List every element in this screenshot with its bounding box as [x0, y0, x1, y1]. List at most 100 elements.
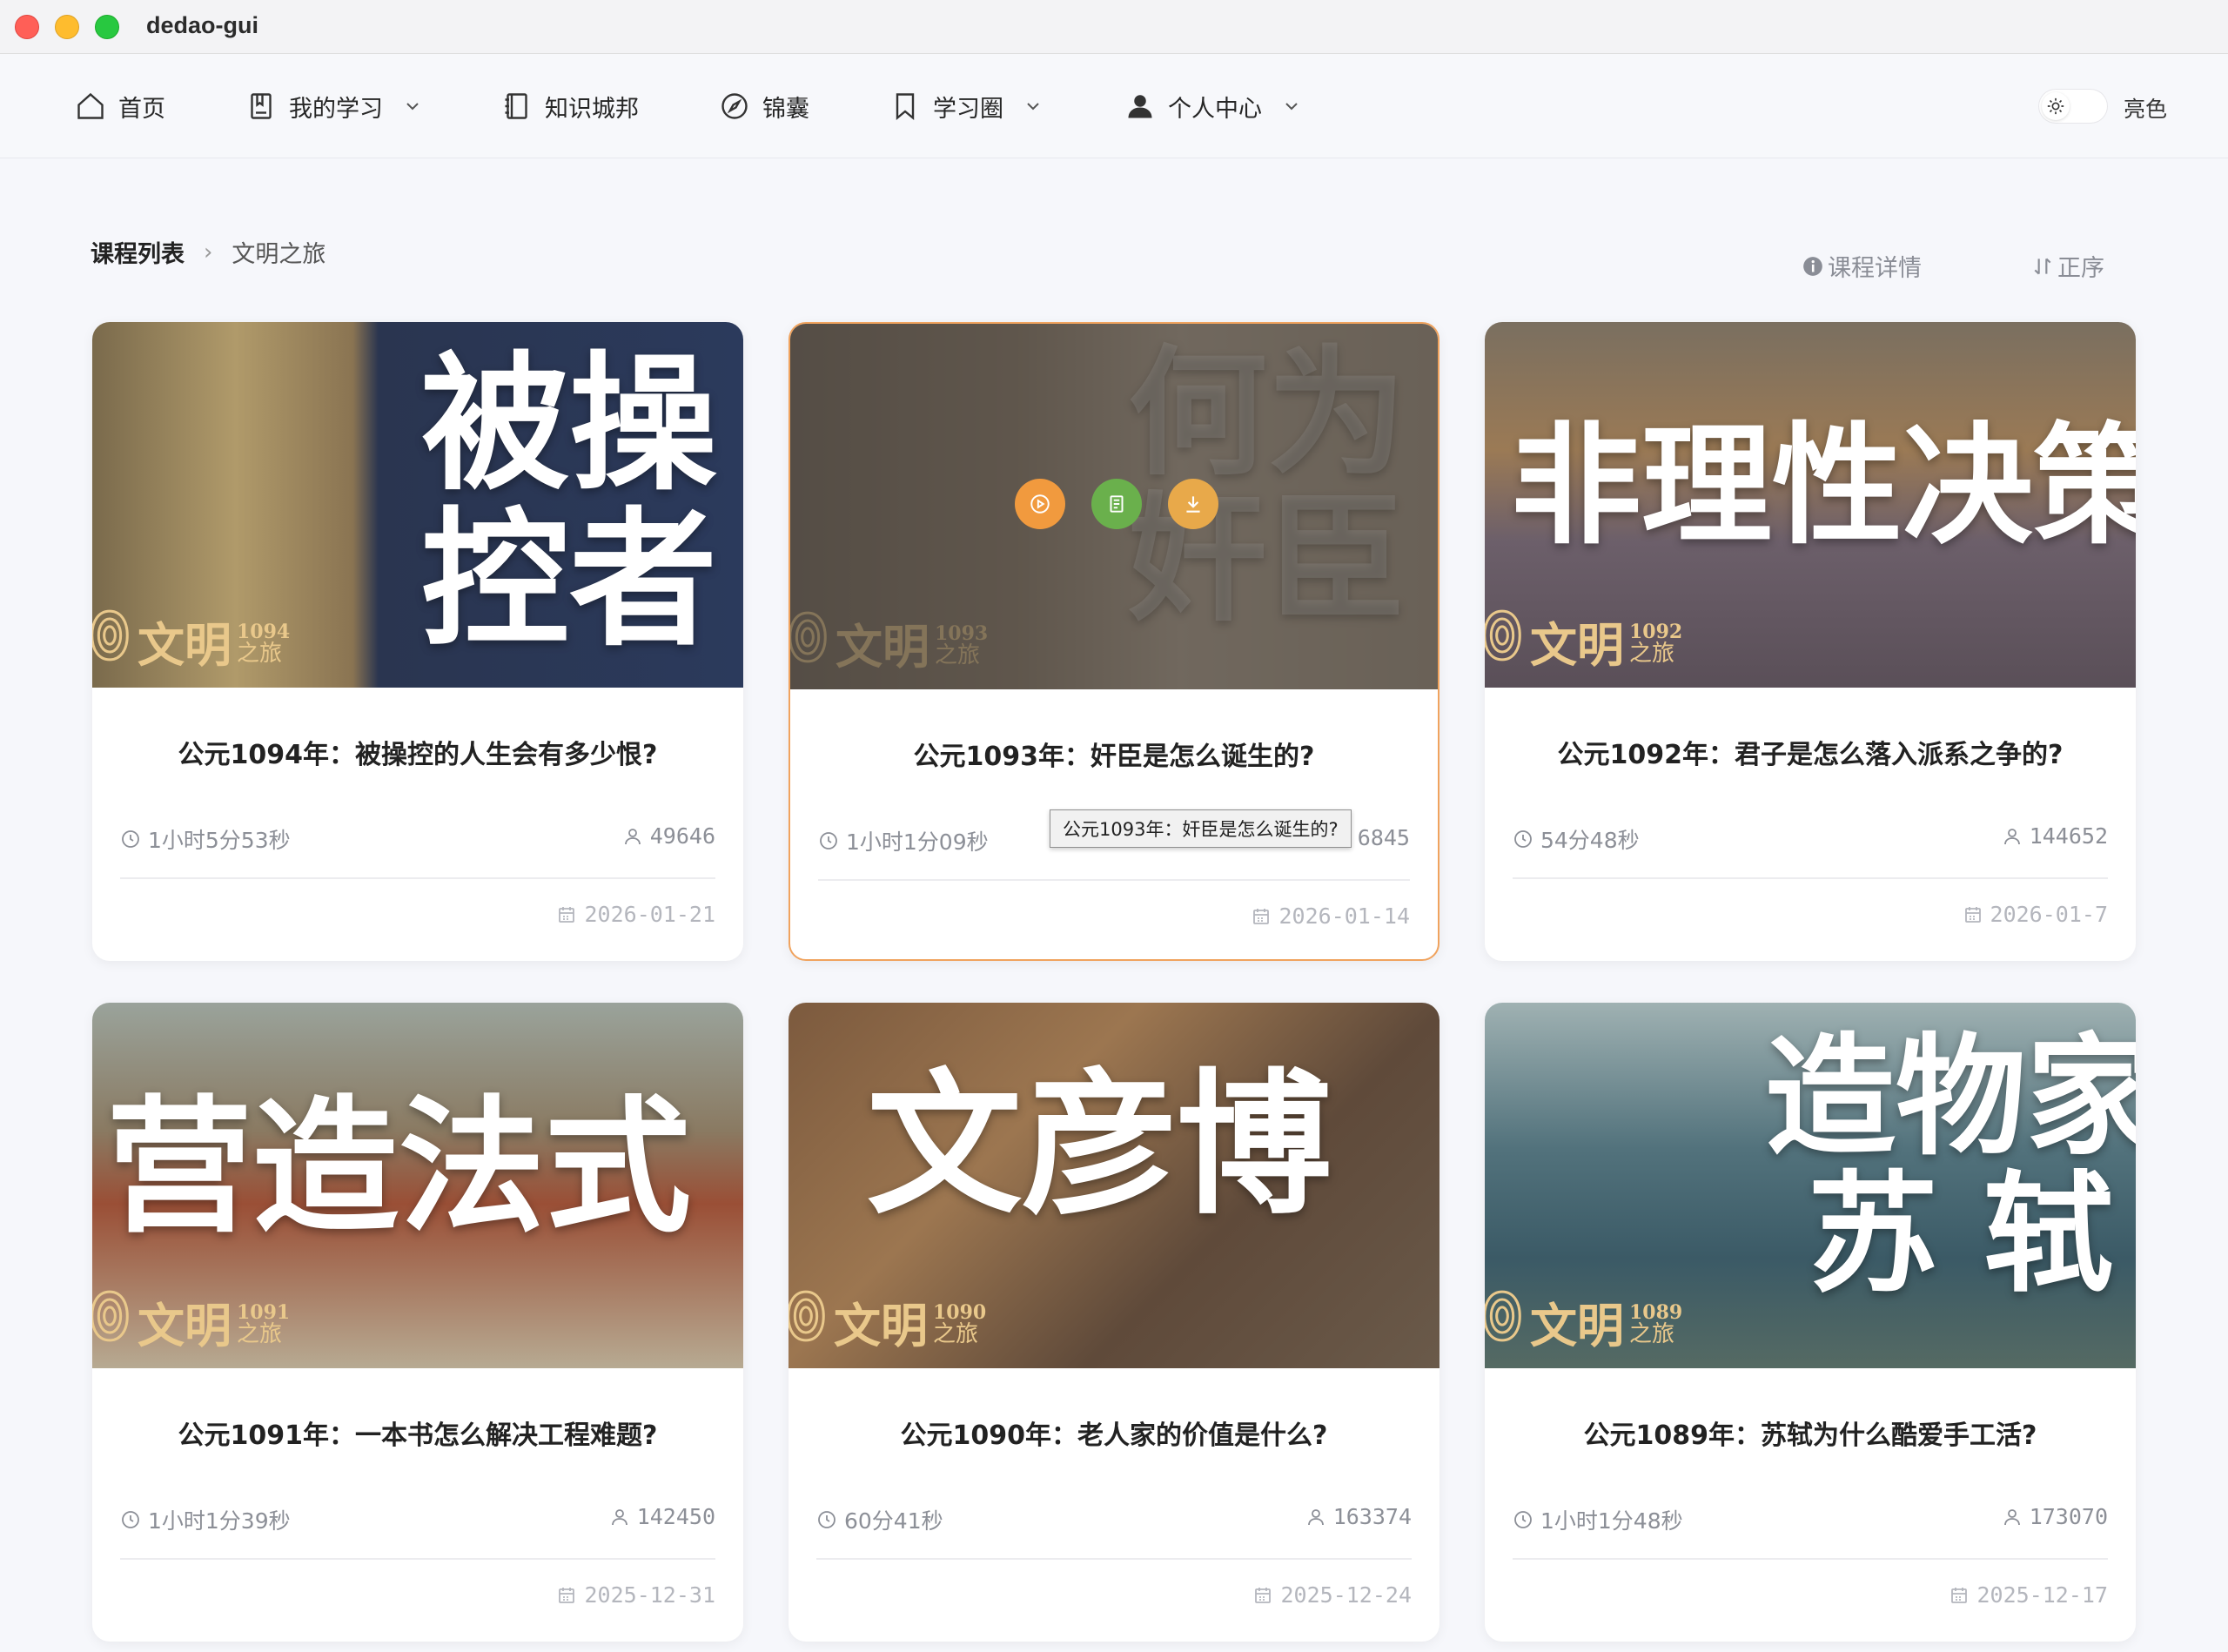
course-duration: 54分48秒	[1513, 823, 1640, 855]
course-card[interactable]: 文彦博 文明 1090 之旅 公元1090年：老人家的价值是什么? 60分41秒…	[789, 1003, 1439, 1642]
course-date: 2025-12-31	[556, 1582, 715, 1608]
breadcrumb: 课程列表 › 文明之旅	[91, 235, 325, 269]
nav-my-learning-label: 我的学习	[289, 95, 383, 123]
course-date: 2025-12-24	[1252, 1582, 1412, 1608]
brand-word: 文明	[138, 1298, 232, 1353]
brand-side: 1091 之旅	[237, 1303, 290, 1347]
clock-icon	[820, 832, 837, 850]
course-title[interactable]: 公元1094年：被操控的人生会有多少恨?	[92, 733, 743, 771]
course-duration-text: 60分41秒	[844, 1508, 943, 1534]
course-title[interactable]: 公元1093年：奸臣是怎么诞生的?	[790, 735, 1438, 773]
user-icon	[1128, 95, 1152, 118]
brand-swirl-icon	[1485, 609, 1521, 661]
course-plays-text: 49646	[649, 823, 715, 849]
course-card[interactable]: 造物家 苏 轼 文明 1089 之旅 公元1089年：苏轼为什么酷爱手工活? 1…	[1485, 1003, 2136, 1642]
top-navbar: 首页 我的学习 知识城邦 锦囊 学习圈 个人中心 亮色	[0, 54, 2228, 158]
user-icon	[1307, 1508, 1324, 1525]
course-date-text: 2025-12-31	[584, 1582, 715, 1608]
sort-order-button[interactable]: 正序	[2031, 249, 2104, 283]
course-card[interactable]: 何为 奸臣 文明 1093 之旅	[789, 322, 1439, 961]
course-cover[interactable]: 营造法式 文明 1091 之旅	[92, 1003, 743, 1368]
nav-learning-circle-label: 学习圈	[933, 95, 1003, 123]
course-card[interactable]: 非理性决策 文明 1092 之旅 公元1092年：君子是怎么落入派系之争的? 5…	[1485, 322, 2136, 961]
course-date: 2025-12-17	[1949, 1582, 2108, 1608]
course-date-text: 2026-01-21	[584, 902, 715, 927]
card-divider	[818, 879, 1410, 881]
maximize-window-button[interactable]	[95, 15, 119, 39]
brand-side: 1094 之旅	[237, 622, 290, 667]
brand-word: 文明	[834, 1298, 928, 1353]
theme-toggle-knob	[2042, 92, 2070, 120]
brand-side: 1090 之旅	[933, 1303, 986, 1347]
breadcrumb-root[interactable]: 课程列表	[91, 235, 185, 269]
brand-side: 1092 之旅	[1629, 622, 1682, 667]
brand-swirl-icon	[92, 609, 129, 661]
course-cover[interactable]: 造物家 苏 轼 文明 1089 之旅	[1485, 1003, 2136, 1368]
course-cover[interactable]: 文彦博 文明 1090 之旅	[789, 1003, 1439, 1368]
brand-zhi: 之旅	[237, 641, 283, 668]
brand-logo: 文明 1090 之旅	[789, 1283, 986, 1349]
download-button[interactable]	[1168, 479, 1218, 529]
nav-personal-center[interactable]: 个人中心	[1124, 85, 1302, 127]
course-cover[interactable]: 被操 控者 文明 1094 之旅	[92, 322, 743, 688]
course-cover[interactable]: 何为 奸臣 文明 1093 之旅	[790, 324, 1438, 689]
course-plays: 173070	[2002, 1504, 2108, 1529]
clock-icon	[122, 830, 139, 848]
nav-jinnang[interactable]: 锦囊	[719, 85, 809, 127]
brand-year: 1094	[237, 621, 291, 644]
course-title[interactable]: 公元1092年：君子是怎么落入派系之争的?	[1485, 733, 2136, 771]
brand-logo: 文明 1094 之旅	[92, 602, 290, 668]
brand-zhi: 之旅	[237, 1321, 283, 1348]
brand-word: 文明	[1530, 617, 1624, 673]
course-card[interactable]: 营造法式 文明 1091 之旅 公元1091年：一本书怎么解决工程难题? 1小时…	[92, 1003, 743, 1642]
user-icon	[2003, 1508, 2020, 1525]
course-title[interactable]: 公元1091年：一本书怎么解决工程难题?	[92, 1414, 743, 1452]
course-date-text: 2025-12-17	[1976, 1582, 2108, 1608]
course-detail-button[interactable]: 课程详情	[1802, 249, 1922, 283]
course-card[interactable]: 被操 控者 文明 1094 之旅 公元1094年：被操控的人生会有多少恨? 1小…	[92, 322, 743, 961]
download-icon	[1186, 496, 1200, 513]
nav-my-learning[interactable]: 我的学习	[245, 85, 423, 127]
minimize-window-button[interactable]	[55, 15, 79, 39]
course-duration: 60分41秒	[816, 1504, 943, 1535]
course-title[interactable]: 公元1090年：老人家的价值是什么?	[789, 1414, 1439, 1452]
play-button[interactable]	[1015, 479, 1065, 529]
nav-home[interactable]: 首页	[75, 85, 165, 127]
clock-icon	[1514, 1511, 1532, 1528]
course-duration: 1小时1分39秒	[120, 1504, 291, 1535]
user-icon	[2003, 828, 2020, 844]
window-title: dedao-gui	[146, 12, 258, 38]
course-title[interactable]: 公元1089年：苏轼为什么酷爱手工活?	[1485, 1414, 2136, 1452]
course-cover[interactable]: 非理性决策 文明 1092 之旅	[1485, 322, 2136, 688]
card-divider	[1513, 877, 2108, 879]
calendar-icon	[1951, 1587, 1968, 1603]
brand-year: 1092	[1629, 621, 1683, 644]
course-plays: 163374	[1305, 1504, 1412, 1529]
title-tooltip: 公元1093年：奸臣是怎么诞生的?	[1050, 809, 1352, 848]
hover-overlay	[790, 324, 1438, 689]
course-duration-text: 54分48秒	[1540, 828, 1640, 853]
brand-word: 文明	[1530, 1298, 1624, 1353]
brand-swirl-icon	[1485, 1290, 1521, 1342]
course-date-text: 2026-01-14	[1278, 903, 1410, 929]
brand-year: 1090	[933, 1301, 987, 1325]
notebook-icon	[251, 93, 272, 119]
cover-title-text: 非理性决策	[1511, 409, 2136, 562]
brand-logo: 文明 1089 之旅	[1485, 1283, 1682, 1349]
course-duration: 1小时1分09秒	[818, 825, 989, 856]
article-button[interactable]	[1091, 479, 1142, 529]
course-date: 2026-01-14	[1251, 903, 1410, 929]
chevron-down-icon	[1027, 103, 1039, 111]
play-icon	[1030, 494, 1050, 514]
theme-label: 亮色	[2124, 97, 2168, 122]
theme-toggle[interactable]	[2038, 89, 2108, 124]
document-icon	[1110, 495, 1124, 513]
brand-logo: 文明 1091 之旅	[92, 1283, 290, 1349]
cover-title-text: 造物家 苏 轼	[1765, 1020, 2136, 1311]
nav-learning-circle[interactable]: 学习圈	[889, 85, 1044, 127]
course-detail-label: 课程详情	[1828, 255, 1922, 282]
close-window-button[interactable]	[15, 15, 39, 39]
book-icon	[505, 93, 527, 119]
course-plays-text: 173070	[2029, 1504, 2108, 1529]
nav-knowledge-city[interactable]: 知识城邦	[501, 85, 639, 127]
